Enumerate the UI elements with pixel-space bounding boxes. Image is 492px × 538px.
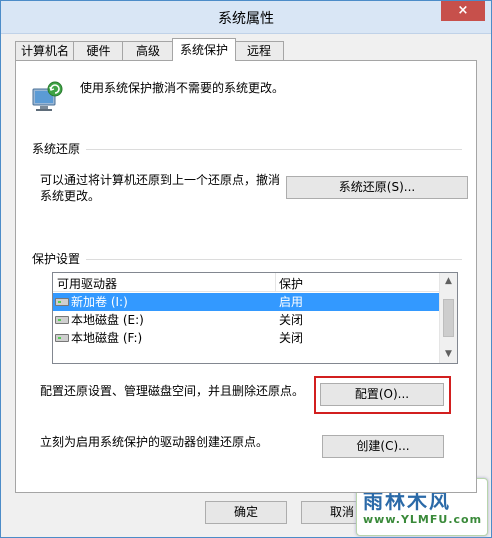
create-description: 立刻为启用系统保护的驱动器创建还原点。 bbox=[40, 435, 269, 449]
tab-remote[interactable]: 远程 bbox=[234, 41, 284, 60]
column-available-drives[interactable]: 可用驱动器 bbox=[57, 275, 117, 292]
drive-list-scrollbar[interactable]: ▲ ▼ bbox=[439, 273, 457, 363]
system-protection-panel: 使用系统保护撤消不需要的系统更改。 系统还原 可以通过将计算机还原到上一个还原点… bbox=[15, 60, 477, 493]
window-title: 系统属性 bbox=[218, 11, 274, 27]
drive-icon bbox=[55, 298, 69, 306]
restore-description-line2: 系统更改。 bbox=[40, 189, 101, 203]
configure-description: 配置还原设置、管理磁盘空间，并且删除还原点。 bbox=[40, 384, 305, 398]
system-properties-window: 系统属性 × 计算机名 硬件 高级 系统保护 远程 使用系统保护撤消不需要的系统… bbox=[0, 0, 492, 538]
title-bar[interactable]: 系统属性 × bbox=[1, 1, 491, 34]
close-button[interactable]: × bbox=[441, 1, 485, 21]
column-protection[interactable]: 保护 bbox=[279, 275, 303, 292]
restore-group-divider bbox=[76, 149, 462, 150]
scroll-thumb[interactable] bbox=[443, 299, 454, 337]
system-restore-button[interactable]: 系统还原(S)... bbox=[286, 176, 468, 199]
system-protection-icon bbox=[32, 81, 63, 111]
scroll-down-arrow-icon[interactable]: ▼ bbox=[440, 346, 457, 363]
column-divider[interactable] bbox=[275, 273, 276, 291]
drive-icon bbox=[55, 316, 69, 324]
tab-hardware[interactable]: 硬件 bbox=[73, 41, 124, 60]
create-button[interactable]: 创建(C)... bbox=[322, 435, 444, 458]
tab-advanced[interactable]: 高级 bbox=[122, 41, 174, 60]
drive-name: 本地磁盘 (F:) bbox=[71, 331, 143, 345]
drive-name: 新加卷 (I:) bbox=[71, 295, 128, 309]
scroll-up-arrow-icon[interactable]: ▲ bbox=[440, 273, 457, 290]
drive-protection-status: 关闭 bbox=[279, 313, 304, 327]
intro-text: 使用系统保护撤消不需要的系统更改。 bbox=[80, 81, 285, 95]
restore-group-label: 系统还原 bbox=[32, 140, 87, 157]
drive-row-e[interactable]: 本地磁盘 (E:) 关闭 bbox=[53, 311, 439, 329]
drive-protection-status: 启用 bbox=[279, 295, 304, 309]
tab-computer-name[interactable]: 计算机名 bbox=[15, 41, 75, 60]
watermark-url: www.YLMFU.com bbox=[363, 513, 483, 526]
ok-button[interactable]: 确定 bbox=[205, 501, 287, 524]
restore-description-line1: 可以通过将计算机还原到上一个还原点，撤消 bbox=[40, 173, 281, 187]
drive-row-f[interactable]: 本地磁盘 (F:) 关闭 bbox=[53, 329, 439, 347]
drive-name: 本地磁盘 (E:) bbox=[71, 313, 144, 327]
configure-highlight-box bbox=[314, 376, 451, 414]
drive-protection-status: 关闭 bbox=[279, 331, 304, 345]
drive-list-header: 可用驱动器 保护 bbox=[53, 273, 439, 292]
drive-row-i[interactable]: 新加卷 (I:) 启用 bbox=[53, 293, 439, 311]
protection-group-divider bbox=[76, 259, 462, 260]
tab-system-protection[interactable]: 系统保护 bbox=[172, 38, 236, 61]
drive-icon bbox=[55, 334, 69, 342]
protection-group-label: 保护设置 bbox=[32, 250, 87, 267]
restore-description: 可以通过将计算机还原到上一个还原点，撤消 系统更改。 bbox=[40, 172, 280, 204]
drive-list[interactable]: 可用驱动器 保护 新加卷 (I:) 启用 本地磁盘 (E:) 关闭 本地磁盘 (… bbox=[52, 272, 458, 364]
